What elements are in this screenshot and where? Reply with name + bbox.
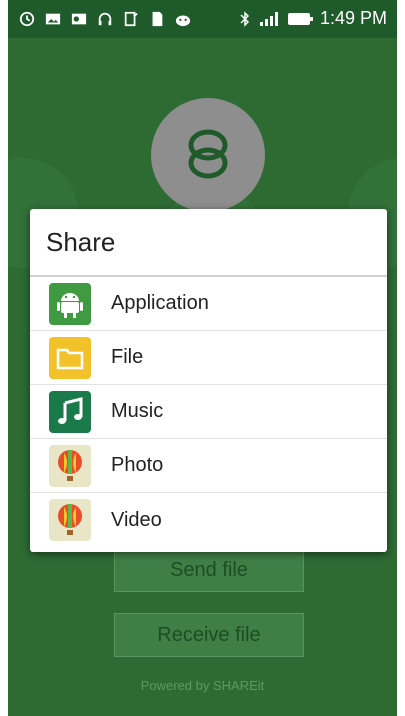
share-option-video[interactable]: Video	[30, 493, 387, 547]
shareit-logo[interactable]	[151, 98, 265, 212]
balloon-video-icon	[49, 499, 91, 541]
share-option-music[interactable]: Music	[30, 385, 387, 439]
battery-icon	[287, 12, 313, 25]
notification-icons	[18, 11, 192, 27]
share-option-label: Video	[111, 508, 162, 531]
clock-icon	[19, 11, 35, 27]
share-dialog: Share Application File Music Photo Video	[30, 209, 387, 552]
share-option-label: File	[111, 346, 144, 368]
shareit-logo-icon	[188, 129, 228, 179]
powered-by-text: Powered by SHAREit	[140, 678, 265, 693]
status-bar: 1:49 PM	[8, 0, 397, 38]
send-file-button[interactable]: Send file	[114, 548, 304, 592]
outlook-icon	[71, 13, 87, 25]
balloon-photo-icon	[49, 444, 91, 487]
folder-icon	[49, 336, 91, 379]
music-note-icon	[49, 390, 91, 433]
android-app-icon	[49, 282, 91, 325]
share-option-file[interactable]: File	[30, 331, 387, 385]
dialog-title: Share	[30, 209, 387, 277]
share-option-label: Music	[111, 400, 164, 422]
android-bot-icon	[175, 15, 191, 27]
image-icon	[45, 13, 61, 25]
sd-card-icon	[152, 11, 163, 27]
bluetooth-icon	[240, 10, 250, 27]
share-option-label: Application	[111, 292, 209, 314]
battery-saver-icon	[124, 11, 138, 27]
headphones-icon	[98, 12, 112, 26]
share-option-application[interactable]: Application	[30, 277, 387, 331]
phone-screen: 1:49 PM Send file Receive file Powered b…	[8, 0, 397, 716]
receive-file-button[interactable]: Receive file	[114, 613, 304, 657]
share-option-label: Photo	[111, 454, 164, 476]
status-right: 1:49 PM	[240, 8, 387, 29]
share-option-photo[interactable]: Photo	[30, 439, 387, 493]
clock-time: 1:49 PM	[319, 8, 387, 28]
signal-icon	[259, 11, 278, 26]
